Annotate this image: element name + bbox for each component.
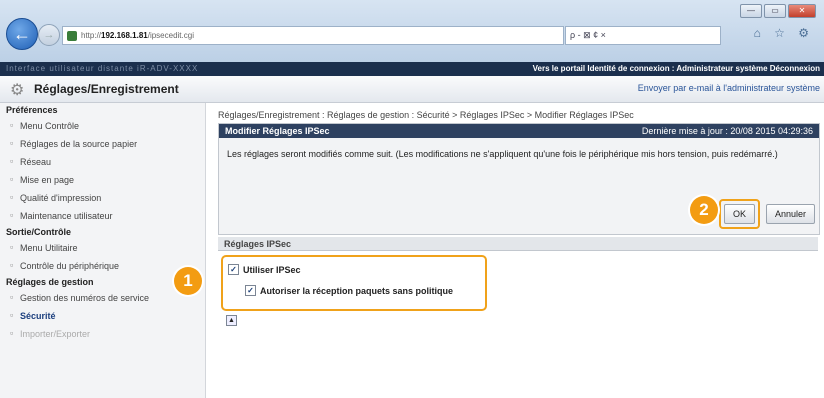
- ok-button[interactable]: OK: [723, 204, 755, 224]
- cancel-button[interactable]: Annuler: [765, 204, 815, 224]
- sidebar-item-network[interactable]: Réseau: [0, 153, 205, 171]
- confirm-message: Les réglages seront modifiés comme suit.…: [227, 149, 778, 159]
- page-top-icon[interactable]: ▲: [226, 315, 237, 326]
- title-bar: ⚙ Réglages/Enregistrement Envoyer par e-…: [0, 76, 824, 103]
- sidebar-item-user-maintenance[interactable]: Maintenance utilisateur: [0, 207, 205, 225]
- button-row: OK Annuler: [718, 199, 815, 229]
- ipsec-section-header: Réglages IPSec: [218, 237, 818, 251]
- sidebar-section-preferences: Préférences: [6, 105, 58, 115]
- top-bar: Interface utilisateur distante iR-ADV-XX…: [0, 62, 824, 76]
- window-controls: — ▭ ✕: [740, 4, 816, 18]
- close-button[interactable]: ✕: [788, 4, 816, 18]
- sidebar: Préférences Menu Contrôle Réglages de la…: [0, 103, 206, 398]
- panel-title: Modifier Réglages IPSec: [225, 126, 330, 136]
- page-title: Réglages/Enregistrement: [34, 82, 179, 96]
- sidebar-item-menu-controle[interactable]: Menu Contrôle: [0, 117, 205, 135]
- sidebar-item-service-numbers[interactable]: Gestion des numéros de service: [0, 289, 205, 307]
- device-name: Interface utilisateur distante iR-ADV-XX…: [6, 64, 199, 73]
- sidebar-section-output: Sortie/Contrôle: [6, 227, 72, 237]
- address-tools[interactable]: ρ - ⊠ ¢ ×: [565, 26, 721, 45]
- allow-packets-option[interactable]: ✓ Autoriser la réception paquets sans po…: [245, 285, 453, 296]
- confirm-panel: Modifier Réglages IPSec Dernière mise à …: [218, 123, 820, 235]
- mail-admin-link[interactable]: Envoyer par e-mail à l'administrateur sy…: [638, 83, 820, 93]
- breadcrumb: Réglages/Enregistrement : Réglages de ge…: [218, 110, 634, 120]
- sidebar-item-utility-menu[interactable]: Menu Utilitaire: [0, 239, 205, 257]
- callout-1: 1: [174, 267, 202, 295]
- browser-chrome: — ▭ ✕ ← → http://192.168.1.81/ipsecedit.…: [0, 0, 824, 62]
- use-ipsec-label: Utiliser IPSec: [243, 264, 301, 275]
- toolbar-icons[interactable]: ⌂ ☆ ⚙: [754, 26, 814, 40]
- sidebar-item-paper-source[interactable]: Réglages de la source papier: [0, 135, 205, 153]
- panel-header: Modifier Réglages IPSec Dernière mise à …: [219, 124, 819, 138]
- ok-highlight: OK: [718, 199, 760, 229]
- minimize-button[interactable]: —: [740, 4, 762, 18]
- use-ipsec-option[interactable]: ✓ Utiliser IPSec: [228, 264, 301, 275]
- sidebar-item-print-quality[interactable]: Qualité d'impression: [0, 189, 205, 207]
- sidebar-item-layout[interactable]: Mise en page: [0, 171, 205, 189]
- settings-gear-icon: ⚙: [10, 82, 25, 99]
- top-links[interactable]: Vers le portail Identité de connexion : …: [533, 62, 820, 76]
- sidebar-item-security[interactable]: Sécurité: [0, 307, 205, 325]
- url-text: http://192.168.1.81/ipsecedit.cgi: [81, 31, 194, 40]
- maximize-button[interactable]: ▭: [764, 4, 786, 18]
- last-update: Dernière mise à jour : 20/08 2015 04:29:…: [641, 126, 813, 136]
- sidebar-item-device-control[interactable]: Contrôle du périphérique: [0, 257, 205, 275]
- sidebar-item-import-export[interactable]: Importer/Exporter: [0, 325, 205, 343]
- back-button[interactable]: ←: [6, 18, 38, 50]
- forward-button[interactable]: →: [38, 24, 60, 46]
- callout-2: 2: [690, 196, 718, 224]
- site-icon: [67, 30, 77, 41]
- use-ipsec-checkbox[interactable]: ✓: [228, 264, 239, 275]
- allow-packets-label: Autoriser la réception paquets sans poli…: [260, 285, 454, 296]
- allow-packets-checkbox[interactable]: ✓: [245, 285, 256, 296]
- address-bar[interactable]: http://192.168.1.81/ipsecedit.cgi: [62, 26, 564, 45]
